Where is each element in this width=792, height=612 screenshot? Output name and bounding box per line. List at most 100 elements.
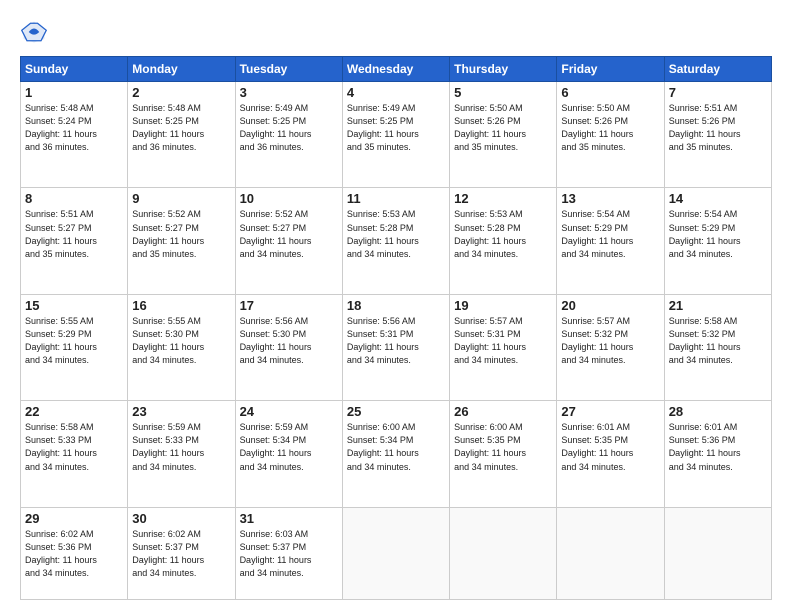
day-info: Sunrise: 5:52 AM Sunset: 5:27 PM Dayligh… bbox=[132, 208, 230, 260]
week-row-1: 1 Sunrise: 5:48 AM Sunset: 5:24 PM Daylig… bbox=[21, 82, 772, 188]
day-number: 25 bbox=[347, 404, 445, 419]
day-info: Sunrise: 5:56 AM Sunset: 5:30 PM Dayligh… bbox=[240, 315, 338, 367]
day-number: 31 bbox=[240, 511, 338, 526]
calendar-cell: 28 Sunrise: 6:01 AM Sunset: 5:36 PM Dayli… bbox=[664, 401, 771, 507]
day-number: 17 bbox=[240, 298, 338, 313]
day-info: Sunrise: 5:52 AM Sunset: 5:27 PM Dayligh… bbox=[240, 208, 338, 260]
day-number: 19 bbox=[454, 298, 552, 313]
day-number: 26 bbox=[454, 404, 552, 419]
day-number: 14 bbox=[669, 191, 767, 206]
calendar-cell: 23 Sunrise: 5:59 AM Sunset: 5:33 PM Dayli… bbox=[128, 401, 235, 507]
day-number: 22 bbox=[25, 404, 123, 419]
day-number: 1 bbox=[25, 85, 123, 100]
day-info: Sunrise: 5:55 AM Sunset: 5:29 PM Dayligh… bbox=[25, 315, 123, 367]
header bbox=[20, 18, 772, 46]
day-info: Sunrise: 5:48 AM Sunset: 5:24 PM Dayligh… bbox=[25, 102, 123, 154]
day-info: Sunrise: 6:02 AM Sunset: 5:36 PM Dayligh… bbox=[25, 528, 123, 580]
calendar-cell: 5 Sunrise: 5:50 AM Sunset: 5:26 PM Daylig… bbox=[450, 82, 557, 188]
calendar-cell: 31 Sunrise: 6:03 AM Sunset: 5:37 PM Dayli… bbox=[235, 507, 342, 599]
day-info: Sunrise: 6:02 AM Sunset: 5:37 PM Dayligh… bbox=[132, 528, 230, 580]
weekday-header-row: SundayMondayTuesdayWednesdayThursdayFrid… bbox=[21, 57, 772, 82]
calendar-cell: 3 Sunrise: 5:49 AM Sunset: 5:25 PM Daylig… bbox=[235, 82, 342, 188]
calendar-cell: 9 Sunrise: 5:52 AM Sunset: 5:27 PM Daylig… bbox=[128, 188, 235, 294]
calendar-cell: 14Sunrise: 5:54 AM Sunset: 5:29 PM Dayli… bbox=[664, 188, 771, 294]
day-info: Sunrise: 5:55 AM Sunset: 5:30 PM Dayligh… bbox=[132, 315, 230, 367]
calendar-cell: 18 Sunrise: 5:56 AM Sunset: 5:31 PM Dayli… bbox=[342, 294, 449, 400]
day-info: Sunrise: 5:49 AM Sunset: 5:25 PM Dayligh… bbox=[347, 102, 445, 154]
calendar-cell: 15 Sunrise: 5:55 AM Sunset: 5:29 PM Dayli… bbox=[21, 294, 128, 400]
day-number: 5 bbox=[454, 85, 552, 100]
day-number: 16 bbox=[132, 298, 230, 313]
day-info: Sunrise: 5:56 AM Sunset: 5:31 PM Dayligh… bbox=[347, 315, 445, 367]
day-info: Sunrise: 5:49 AM Sunset: 5:25 PM Dayligh… bbox=[240, 102, 338, 154]
logo-icon bbox=[20, 18, 48, 46]
calendar-cell bbox=[450, 507, 557, 599]
day-number: 23 bbox=[132, 404, 230, 419]
calendar-cell: 27Sunrise: 6:01 AM Sunset: 5:35 PM Dayli… bbox=[557, 401, 664, 507]
day-number: 30 bbox=[132, 511, 230, 526]
calendar-cell: 10 Sunrise: 5:52 AM Sunset: 5:27 PM Dayli… bbox=[235, 188, 342, 294]
calendar-cell: 6 Sunrise: 5:50 AM Sunset: 5:26 PM Daylig… bbox=[557, 82, 664, 188]
day-info: Sunrise: 5:57 AM Sunset: 5:31 PM Dayligh… bbox=[454, 315, 552, 367]
day-number: 13 bbox=[561, 191, 659, 206]
calendar-cell: 20 Sunrise: 5:57 AM Sunset: 5:32 PM Dayli… bbox=[557, 294, 664, 400]
weekday-header-saturday: Saturday bbox=[664, 57, 771, 82]
day-number: 9 bbox=[132, 191, 230, 206]
day-info: Sunrise: 6:00 AM Sunset: 5:34 PM Dayligh… bbox=[347, 421, 445, 473]
day-info: Sunrise: 6:03 AM Sunset: 5:37 PM Dayligh… bbox=[240, 528, 338, 580]
day-info: Sunrise: 5:57 AM Sunset: 5:32 PM Dayligh… bbox=[561, 315, 659, 367]
calendar-cell: 24 Sunrise: 5:59 AM Sunset: 5:34 PM Dayli… bbox=[235, 401, 342, 507]
day-number: 20 bbox=[561, 298, 659, 313]
calendar-cell: 30 Sunrise: 6:02 AM Sunset: 5:37 PM Dayli… bbox=[128, 507, 235, 599]
calendar-cell: 8 Sunrise: 5:51 AM Sunset: 5:27 PM Daylig… bbox=[21, 188, 128, 294]
day-number: 18 bbox=[347, 298, 445, 313]
day-number: 29 bbox=[25, 511, 123, 526]
week-row-3: 15 Sunrise: 5:55 AM Sunset: 5:29 PM Dayli… bbox=[21, 294, 772, 400]
day-number: 11 bbox=[347, 191, 445, 206]
calendar-cell: 11 Sunrise: 5:53 AM Sunset: 5:28 PM Dayli… bbox=[342, 188, 449, 294]
day-info: Sunrise: 5:51 AM Sunset: 5:27 PM Dayligh… bbox=[25, 208, 123, 260]
day-number: 2 bbox=[132, 85, 230, 100]
day-info: Sunrise: 5:50 AM Sunset: 5:26 PM Dayligh… bbox=[561, 102, 659, 154]
day-number: 15 bbox=[25, 298, 123, 313]
day-info: Sunrise: 5:59 AM Sunset: 5:33 PM Dayligh… bbox=[132, 421, 230, 473]
day-info: Sunrise: 5:53 AM Sunset: 5:28 PM Dayligh… bbox=[347, 208, 445, 260]
calendar-cell: 16 Sunrise: 5:55 AM Sunset: 5:30 PM Dayli… bbox=[128, 294, 235, 400]
week-row-5: 29 Sunrise: 6:02 AM Sunset: 5:36 PM Dayli… bbox=[21, 507, 772, 599]
week-row-2: 8 Sunrise: 5:51 AM Sunset: 5:27 PM Daylig… bbox=[21, 188, 772, 294]
day-number: 27 bbox=[561, 404, 659, 419]
calendar-cell: 4 Sunrise: 5:49 AM Sunset: 5:25 PM Daylig… bbox=[342, 82, 449, 188]
day-info: Sunrise: 5:58 AM Sunset: 5:32 PM Dayligh… bbox=[669, 315, 767, 367]
calendar-cell: 25 Sunrise: 6:00 AM Sunset: 5:34 PM Dayli… bbox=[342, 401, 449, 507]
day-number: 28 bbox=[669, 404, 767, 419]
day-number: 24 bbox=[240, 404, 338, 419]
logo bbox=[20, 18, 52, 46]
calendar-cell: 13 Sunrise: 5:54 AM Sunset: 5:29 PM Dayli… bbox=[557, 188, 664, 294]
day-info: Sunrise: 5:59 AM Sunset: 5:34 PM Dayligh… bbox=[240, 421, 338, 473]
weekday-header-friday: Friday bbox=[557, 57, 664, 82]
day-info: Sunrise: 6:00 AM Sunset: 5:35 PM Dayligh… bbox=[454, 421, 552, 473]
day-number: 4 bbox=[347, 85, 445, 100]
calendar-cell: 29 Sunrise: 6:02 AM Sunset: 5:36 PM Dayli… bbox=[21, 507, 128, 599]
weekday-header-monday: Monday bbox=[128, 57, 235, 82]
day-info: Sunrise: 5:50 AM Sunset: 5:26 PM Dayligh… bbox=[454, 102, 552, 154]
day-number: 8 bbox=[25, 191, 123, 206]
day-info: Sunrise: 5:48 AM Sunset: 5:25 PM Dayligh… bbox=[132, 102, 230, 154]
calendar-cell: 22 Sunrise: 5:58 AM Sunset: 5:33 PM Dayli… bbox=[21, 401, 128, 507]
calendar-cell: 7Sunrise: 5:51 AM Sunset: 5:26 PM Daylig… bbox=[664, 82, 771, 188]
day-number: 7 bbox=[669, 85, 767, 100]
day-info: Sunrise: 6:01 AM Sunset: 5:36 PM Dayligh… bbox=[669, 421, 767, 473]
calendar-cell bbox=[342, 507, 449, 599]
weekday-header-tuesday: Tuesday bbox=[235, 57, 342, 82]
day-info: Sunrise: 5:58 AM Sunset: 5:33 PM Dayligh… bbox=[25, 421, 123, 473]
calendar-cell bbox=[664, 507, 771, 599]
calendar-table: SundayMondayTuesdayWednesdayThursdayFrid… bbox=[20, 56, 772, 600]
day-number: 21 bbox=[669, 298, 767, 313]
day-number: 3 bbox=[240, 85, 338, 100]
calendar-page: SundayMondayTuesdayWednesdayThursdayFrid… bbox=[0, 0, 792, 612]
calendar-cell: 21 Sunrise: 5:58 AM Sunset: 5:32 PM Dayli… bbox=[664, 294, 771, 400]
day-info: Sunrise: 5:54 AM Sunset: 5:29 PM Dayligh… bbox=[561, 208, 659, 260]
weekday-header-sunday: Sunday bbox=[21, 57, 128, 82]
day-number: 6 bbox=[561, 85, 659, 100]
day-number: 10 bbox=[240, 191, 338, 206]
